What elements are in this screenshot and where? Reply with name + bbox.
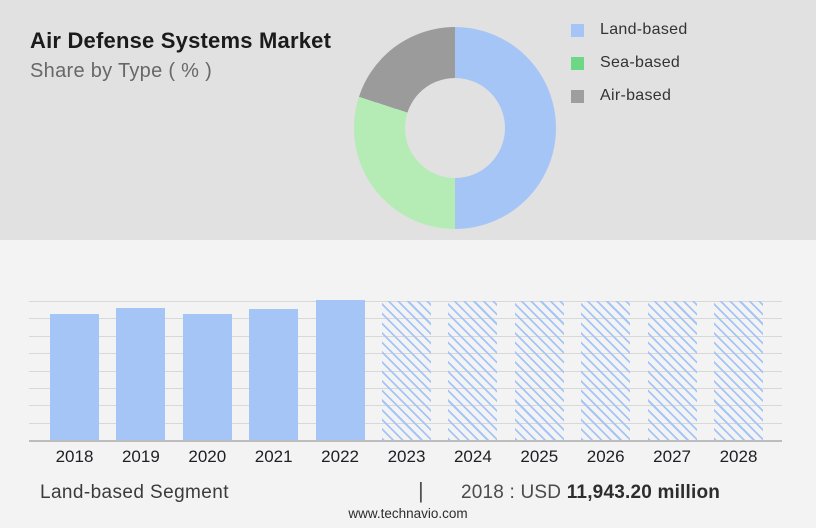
footer-value-amount: 11,943.20 million bbox=[566, 482, 721, 503]
legend-swatch-icon bbox=[571, 56, 584, 70]
website-url: www.technavio.com bbox=[348, 506, 468, 521]
x-axis-label-2026: 2026 bbox=[586, 447, 625, 466]
x-axis-label-2022: 2022 bbox=[321, 447, 359, 466]
donut-legend: Land-based Sea-based Air-based bbox=[571, 21, 688, 121]
legend-row: Air-based bbox=[571, 87, 688, 104]
header-section: Air Defense Systems Market Share by Type… bbox=[0, 0, 816, 240]
page-subtitle: Share by Type ( % ) bbox=[30, 60, 213, 82]
forecast-bar-2026 bbox=[581, 301, 631, 440]
forecast-bar-2024 bbox=[448, 301, 498, 440]
forecast-bar-2027 bbox=[647, 301, 697, 440]
bar-2019 bbox=[116, 307, 166, 440]
footer-value-prefix: 2018 : USD bbox=[461, 482, 562, 503]
footer-value: 2018 : USD 11,943.20 million bbox=[461, 482, 720, 504]
bar-2021 bbox=[249, 308, 299, 440]
legend-label: Land-based bbox=[600, 21, 688, 38]
x-axis-label-2023: 2023 bbox=[387, 447, 426, 466]
x-axis-label-2028: 2028 bbox=[719, 447, 758, 466]
bar-chart-plot bbox=[29, 300, 782, 442]
donut-chart bbox=[354, 27, 556, 229]
donut-hole bbox=[405, 78, 505, 178]
legend-label: Air-based bbox=[600, 87, 672, 104]
legend-row: Sea-based bbox=[571, 54, 688, 71]
x-axis-label-2021: 2021 bbox=[254, 447, 293, 466]
bar-chart-x-axis-labels: 2018 2019 2020 2021 2022 2023 2024 2025 2026 2027… bbox=[29, 447, 782, 467]
infographic-page: Air Defense Systems Market Share by Type… bbox=[0, 0, 816, 528]
page-title: Air Defense Systems Market bbox=[30, 28, 332, 53]
x-axis-label-2019: 2019 bbox=[121, 447, 160, 466]
forecast-bar-2023 bbox=[382, 301, 431, 440]
footer-separator: | bbox=[418, 478, 424, 503]
x-axis-label-2025: 2025 bbox=[520, 447, 559, 466]
x-axis-label-2020: 2020 bbox=[188, 447, 227, 466]
segment-label: Land-based Segment bbox=[40, 482, 229, 503]
forecast-bar-2025 bbox=[514, 301, 564, 440]
legend-swatch-icon bbox=[571, 23, 584, 37]
legend-swatch-icon bbox=[571, 89, 584, 103]
x-axis-label-2018: 2018 bbox=[55, 447, 94, 466]
x-axis-label-2027: 2027 bbox=[653, 447, 691, 466]
legend-label: Sea-based bbox=[600, 54, 681, 71]
bar-2018 bbox=[50, 314, 99, 440]
forecast-bar-2028 bbox=[714, 301, 763, 440]
bar-2022 bbox=[315, 300, 365, 440]
legend-row: Land-based bbox=[571, 21, 688, 38]
x-axis-label-2024: 2024 bbox=[453, 447, 492, 466]
bar-2020 bbox=[182, 313, 232, 440]
